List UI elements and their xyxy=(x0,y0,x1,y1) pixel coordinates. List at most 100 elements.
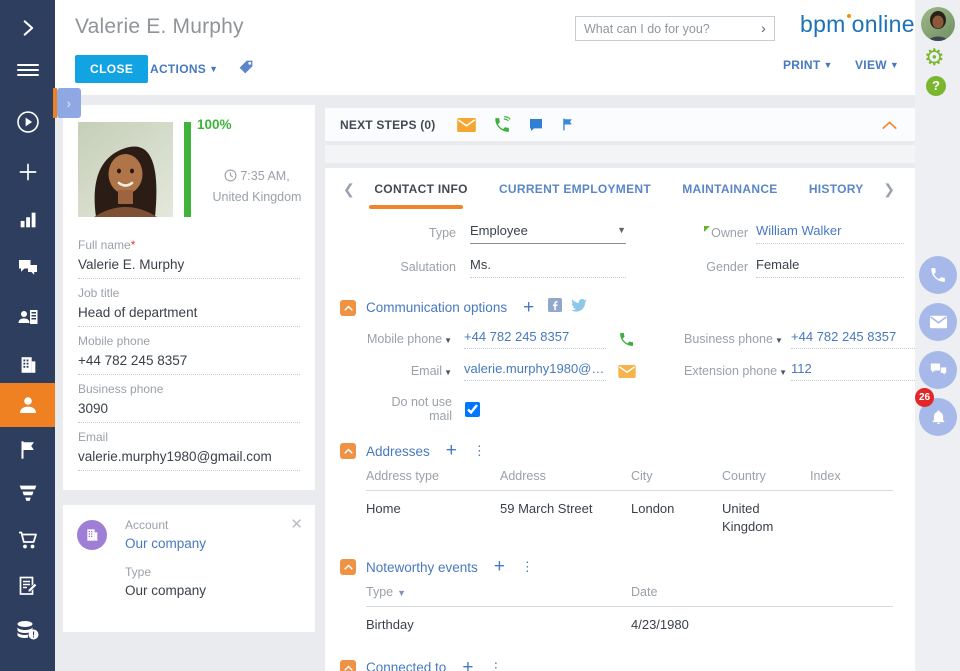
panel-expand-handle[interactable]: › xyxy=(53,88,81,118)
gender-field[interactable]: Female xyxy=(756,257,904,278)
business-phone-value[interactable]: +44 782 245 8357 xyxy=(791,329,933,349)
collapse-section-icon[interactable] xyxy=(340,443,356,459)
field-value[interactable]: Head of department xyxy=(78,305,300,327)
add-chat-icon[interactable] xyxy=(528,117,544,133)
print-dropdown[interactable]: PRINT▼ xyxy=(783,58,833,72)
do-not-use-mail-checkbox[interactable] xyxy=(465,402,480,417)
close-icon[interactable]: ✕ xyxy=(290,517,303,532)
email-icon[interactable] xyxy=(919,303,957,341)
collapse-section-icon[interactable] xyxy=(340,660,356,671)
nav-sales-funnel-icon[interactable] xyxy=(0,473,55,513)
help-icon[interactable]: ? xyxy=(926,76,946,96)
cell-index[interactable] xyxy=(810,500,893,535)
cell-country[interactable]: United Kingdom xyxy=(722,500,792,535)
add-task-flag-icon[interactable] xyxy=(561,116,575,133)
nav-accounts-icon[interactable] xyxy=(0,345,55,385)
add-event-icon[interactable]: + xyxy=(494,560,505,574)
salutation-field[interactable]: Ms. xyxy=(470,257,626,278)
table-row[interactable]: Home 59 March Street London United Kingd… xyxy=(366,491,893,535)
nav-orders-cart-icon[interactable] xyxy=(0,520,55,560)
extension-phone-value[interactable]: 112 xyxy=(791,361,933,381)
cell-address-type[interactable]: Home xyxy=(366,500,500,535)
tab-contact-info[interactable]: CONTACT INFO xyxy=(374,182,467,196)
add-call-icon[interactable] xyxy=(493,116,511,134)
nav-finances-coins-icon[interactable]: ! xyxy=(0,610,55,650)
call-phone-icon[interactable] xyxy=(919,256,957,294)
actions-dropdown[interactable]: ACTIONS▼ xyxy=(150,62,218,76)
nav-dashboards-icon[interactable] xyxy=(0,200,55,240)
field-value[interactable]: 3090 xyxy=(78,401,300,423)
field-value[interactable]: valerie.murphy1980@gmail.com xyxy=(78,449,300,471)
add-communication-icon[interactable]: + xyxy=(523,301,534,315)
column-header[interactable]: Address xyxy=(500,469,631,483)
account-link[interactable]: Our company xyxy=(125,536,206,551)
email-type-dropdown[interactable]: Email▼ xyxy=(366,364,452,378)
nav-run-process-icon[interactable] xyxy=(0,102,55,142)
settings-gear-icon[interactable]: ⚙ xyxy=(924,46,945,69)
field-value[interactable]: +44 782 245 8357 xyxy=(78,353,300,375)
column-header[interactable]: Index xyxy=(810,469,893,483)
tabs-scroll-left-icon[interactable]: ❮ xyxy=(339,181,359,198)
tabs-scroll-right-icon[interactable]: ❯ xyxy=(879,181,899,198)
collapse-section-icon[interactable] xyxy=(340,559,356,575)
column-header[interactable]: Address type xyxy=(366,469,500,483)
account-type-value[interactable]: Our company xyxy=(125,583,206,598)
column-header[interactable]: Country xyxy=(722,469,810,483)
tag-icon[interactable] xyxy=(237,58,255,81)
field-value[interactable]: Valerie E. Murphy xyxy=(78,257,300,279)
nav-collapse-arrow-icon[interactable] xyxy=(0,8,55,48)
email-value[interactable]: valerie.murphy1980@… xyxy=(464,361,606,381)
tab-history[interactable]: HISTORY xyxy=(809,182,864,196)
twitter-icon[interactable] xyxy=(571,299,587,317)
facebook-icon[interactable] xyxy=(548,298,562,317)
mobile-phone-type-dropdown[interactable]: Mobile phone▼ xyxy=(366,332,452,346)
type-select[interactable]: Employee▼ xyxy=(470,223,626,244)
nav-contact-card-icon[interactable] xyxy=(0,297,55,337)
collapse-section-icon[interactable] xyxy=(340,300,356,316)
section-menu-icon[interactable]: ⋮ xyxy=(489,660,502,671)
add-email-icon[interactable] xyxy=(457,118,476,132)
extension-phone-type-dropdown[interactable]: Extension phone▼ xyxy=(684,364,779,378)
call-phone-icon[interactable] xyxy=(618,331,672,348)
mobile-phone-value[interactable]: +44 782 245 8357 xyxy=(464,329,606,349)
section-title[interactable]: Noteworthy events xyxy=(366,560,478,575)
column-header[interactable]: Date xyxy=(631,585,893,599)
notification-count-badge[interactable]: 26 xyxy=(915,388,934,407)
section-menu-icon[interactable]: ⋮ xyxy=(473,443,486,459)
add-address-icon[interactable]: + xyxy=(446,444,457,458)
cell-event-type[interactable]: Birthday xyxy=(366,616,631,634)
nav-contacts-icon[interactable] xyxy=(0,383,55,427)
search-go-icon[interactable]: › xyxy=(753,17,774,40)
cell-address[interactable]: 59 March Street xyxy=(500,500,631,535)
user-avatar[interactable] xyxy=(921,7,955,41)
add-connection-icon[interactable]: + xyxy=(462,661,473,671)
tab-maintainance[interactable]: MAINTAINANCE xyxy=(682,182,777,196)
page-title: Valerie E. Murphy xyxy=(75,15,244,39)
close-button[interactable]: CLOSE xyxy=(75,55,148,83)
nav-menu-icon[interactable] xyxy=(0,50,55,90)
section-title[interactable]: Communication options xyxy=(366,300,507,315)
table-row[interactable]: Birthday 4/23/1980 xyxy=(366,607,893,634)
addresses-table: Address type Address City Country Index … xyxy=(366,469,893,535)
chevron-down-icon[interactable]: ▼ xyxy=(617,225,626,235)
nav-contracts-document-icon[interactable] xyxy=(0,566,55,606)
column-header[interactable]: Type▼ xyxy=(366,585,631,599)
contact-photo[interactable] xyxy=(78,122,173,217)
chat-icon[interactable] xyxy=(919,351,957,389)
nav-quick-add-icon[interactable] xyxy=(0,152,55,192)
section-title[interactable]: Connected to xyxy=(366,660,446,671)
business-phone-type-dropdown[interactable]: Business phone▼ xyxy=(684,332,779,346)
nav-feed-icon[interactable] xyxy=(0,248,55,288)
search-input[interactable] xyxy=(576,22,753,36)
nav-goals-flag-icon[interactable] xyxy=(0,430,55,470)
send-email-icon[interactable] xyxy=(618,365,672,378)
cell-city[interactable]: London xyxy=(631,500,722,535)
cell-event-date[interactable]: 4/23/1980 xyxy=(631,616,893,634)
tab-current-employment[interactable]: CURRENT EMPLOYMENT xyxy=(499,182,651,196)
sort-chevron-icon: ▼ xyxy=(397,588,406,598)
view-dropdown[interactable]: VIEW▼ xyxy=(855,58,899,72)
column-header[interactable]: City xyxy=(631,469,722,483)
collapse-next-steps-icon[interactable] xyxy=(882,120,897,130)
section-menu-icon[interactable]: ⋮ xyxy=(521,559,534,575)
section-title[interactable]: Addresses xyxy=(366,444,430,459)
